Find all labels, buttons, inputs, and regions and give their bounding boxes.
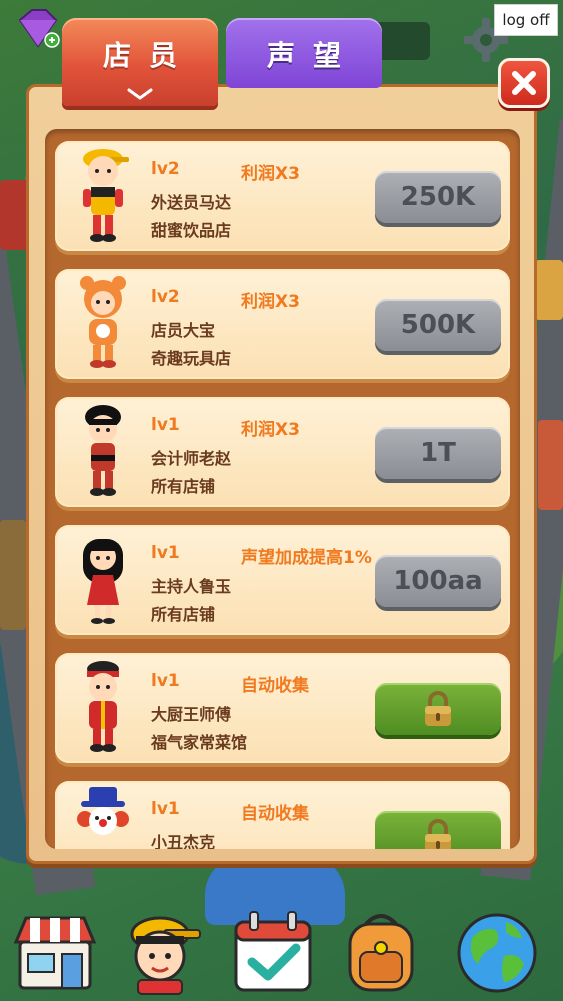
hire-price-button[interactable]: 100aa — [375, 555, 501, 607]
hire-price-button[interactable]: 1T — [375, 427, 501, 479]
staff-level: lv1 — [151, 543, 180, 563]
staff-list[interactable]: lv2 利润X3 外送员马达 甜蜜饮品店 250K lv2 利润X3 店员大宝 … — [45, 129, 520, 849]
staff-panel: lv2 利润X3 外送员马达 甜蜜饮品店 250K lv2 利润X3 店员大宝 … — [26, 84, 537, 864]
staff-bonus: 利润X3 — [241, 420, 300, 440]
accountant-avatar-icon — [85, 405, 121, 496]
close-icon — [512, 71, 536, 95]
gem-icon[interactable] — [12, 8, 60, 48]
staff-name: 会计师老赵 — [151, 449, 232, 468]
host-girl-avatar-icon — [83, 539, 123, 624]
building — [0, 520, 26, 630]
staff-bonus: 自动收集 — [241, 804, 309, 824]
staff-card: lv2 利润X3 外送员马达 甜蜜饮品店 250K — [55, 141, 510, 251]
staff-name: 小丑杰克 — [151, 833, 216, 849]
tiger-costume-avatar-icon — [80, 276, 126, 368]
staff-name: 主持人鲁玉 — [151, 577, 232, 596]
staff-card: lv1 自动收集 小丑杰克 — [55, 781, 510, 849]
tab-staff[interactable]: 店员 — [62, 18, 218, 106]
staff-bonus: 声望加成提高1% — [241, 548, 372, 568]
staff-level: lv2 — [151, 159, 180, 179]
chevron-down-icon — [127, 88, 153, 100]
chef-avatar-icon — [87, 661, 119, 752]
staff-card: lv2 利润X3 店员大宝 奇趣玩具店 500K — [55, 269, 510, 379]
calendar-check-icon[interactable] — [228, 908, 318, 998]
locked-button[interactable] — [375, 811, 501, 849]
staff-store: 奇趣玩具店 — [151, 349, 232, 368]
staff-bonus: 利润X3 — [241, 292, 300, 312]
logoff-button[interactable]: log off — [494, 4, 558, 36]
staff-card: lv1 声望加成提高1% 主持人鲁玉 所有店铺 100aa — [55, 525, 510, 635]
tab-label: 声望 — [266, 39, 359, 72]
shop-icon[interactable] — [10, 908, 100, 998]
close-button[interactable] — [498, 58, 550, 108]
hire-price-button[interactable]: 500K — [375, 299, 501, 351]
building — [538, 420, 563, 510]
lock-icon — [425, 819, 451, 849]
lock-icon — [425, 691, 451, 726]
staff-level: lv1 — [151, 671, 180, 691]
staff-bonus: 利润X3 — [241, 164, 300, 184]
staff-store: 甜蜜饮品店 — [151, 221, 232, 240]
staff-store: 所有店铺 — [151, 605, 216, 624]
staff-store: 所有店铺 — [151, 477, 216, 496]
globe-icon[interactable] — [452, 908, 542, 998]
staff-store: 福气家常菜馆 — [151, 733, 248, 752]
delivery-boy-avatar-icon — [83, 149, 129, 242]
staff-icon[interactable] — [118, 908, 208, 998]
staff-level: lv1 — [151, 415, 180, 435]
staff-name: 店员大宝 — [151, 321, 216, 340]
staff-card: lv1 自动收集 大厨王师傅 福气家常菜馆 — [55, 653, 510, 763]
building — [535, 260, 563, 320]
bottom-nav — [0, 908, 563, 1001]
staff-level: lv2 — [151, 287, 180, 307]
tab-reputation[interactable]: 声望 — [226, 18, 382, 88]
staff-bonus: 自动收集 — [241, 676, 309, 696]
staff-card: lv1 利润X3 会计师老赵 所有店铺 1T — [55, 397, 510, 507]
backpack-icon[interactable] — [336, 908, 426, 998]
locked-button[interactable] — [375, 683, 501, 735]
staff-name: 外送员马达 — [151, 193, 232, 212]
staff-level: lv1 — [151, 799, 180, 819]
staff-name: 大厨王师傅 — [151, 705, 232, 724]
clown-avatar-icon — [77, 787, 129, 835]
hire-price-button[interactable]: 250K — [375, 171, 501, 223]
